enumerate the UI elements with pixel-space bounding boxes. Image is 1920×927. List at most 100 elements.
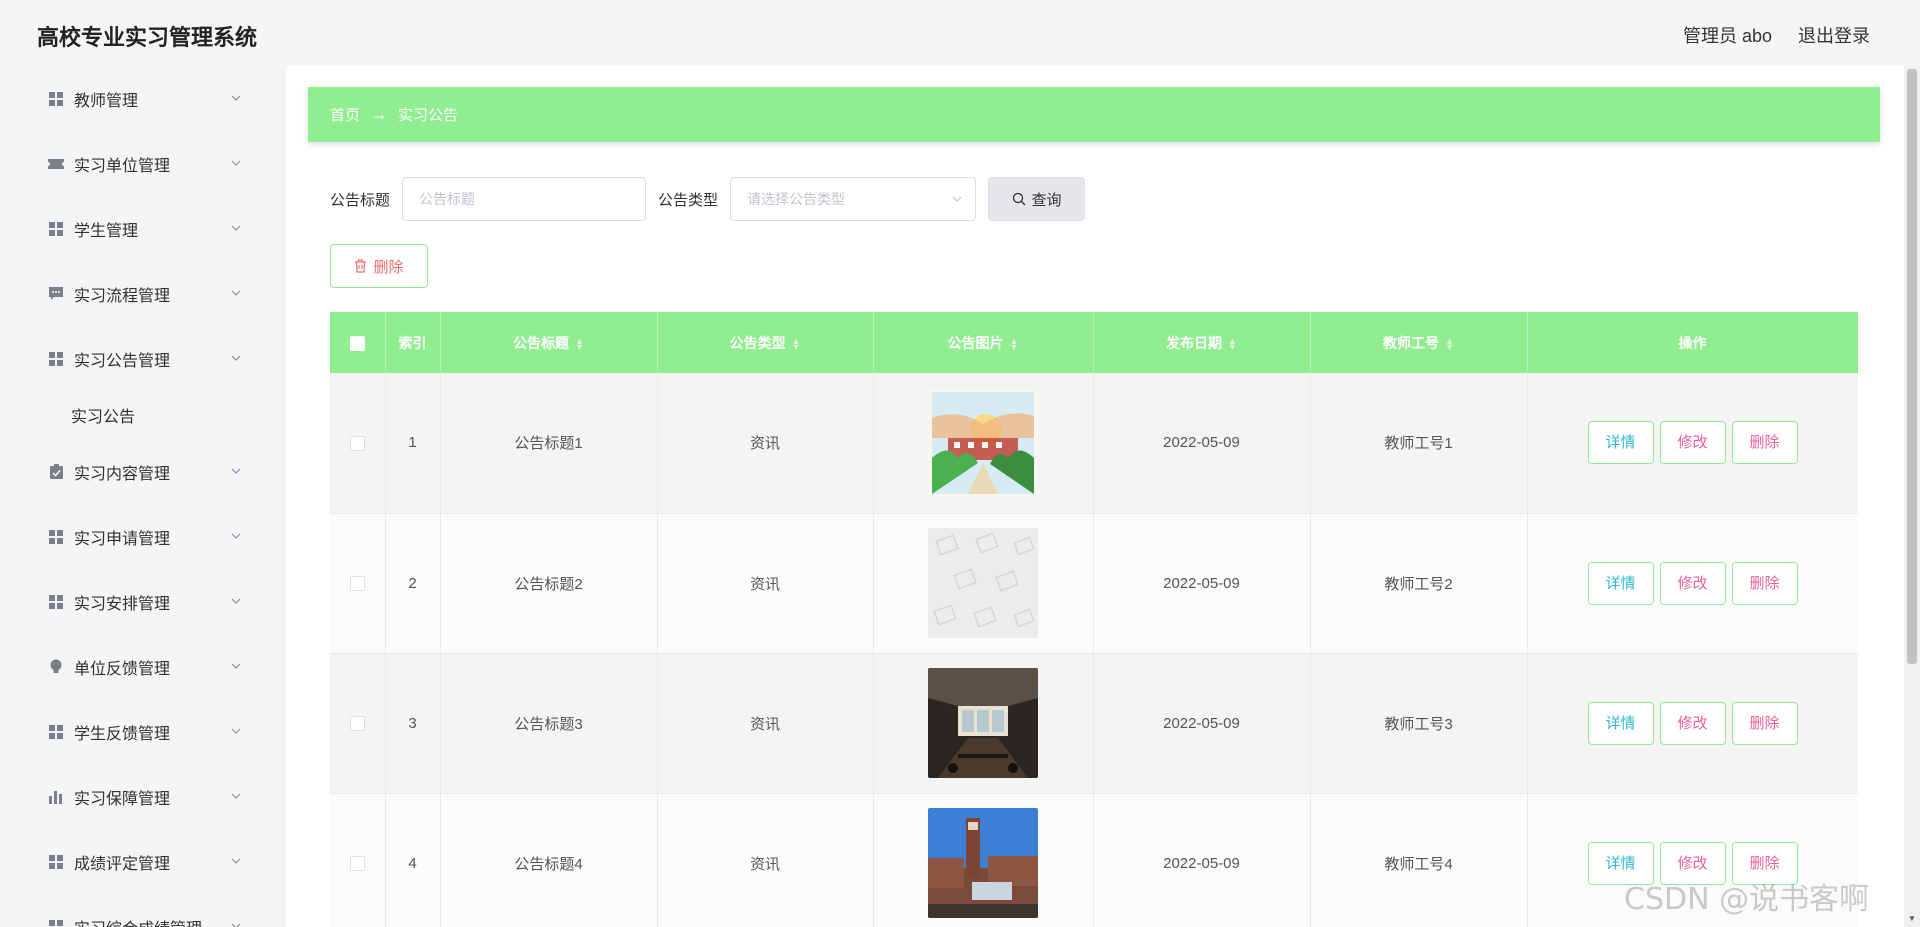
row-type: 资讯 [657,793,874,927]
sidebar-item-label: 成绩评定管理 [74,855,171,873]
delete-button[interactable]: 删除 [1731,561,1798,605]
sidebar-item-arrangement[interactable]: 实习安排管理 [20,569,256,634]
chevron-down-icon [231,225,241,231]
edit-button[interactable]: 修改 [1659,561,1726,605]
column-header-label: 教师工号 [1383,334,1440,351]
chevron-down-icon [231,468,241,474]
sidebar-item-application[interactable]: 实习申请管理 [20,504,256,569]
column-header-type[interactable]: 公告类型 ▲ ▼ [657,312,874,373]
meeting-room-image[interactable] [928,668,1038,778]
grid-icon [48,91,64,107]
type-search-label: 公告类型 [658,191,719,209]
batch-delete-label: 删除 [373,258,404,276]
chevron-down-icon [231,533,241,539]
chat-icon [48,286,64,302]
detail-button[interactable]: 详情 [1587,701,1654,745]
row-select-cell [330,373,386,514]
row-teacher: 教师工号2 [1310,513,1528,654]
sort-icon[interactable]: ▲ ▼ [1010,336,1019,351]
scroll-down-arrow-icon[interactable]: ▼ [1908,914,1916,923]
chevron-down-icon [231,793,241,799]
batch-delete-button[interactable]: 删除 [330,244,428,288]
sort-icon[interactable]: ▲ ▼ [575,336,584,351]
detail-button[interactable]: 详情 [1587,421,1654,465]
chevron-down-icon [231,598,241,604]
table-row: 1 公告标题1 资讯 2022-05-09 教师工号1 详情 修改 删除 [330,373,1858,514]
sidebar-item-content[interactable]: 实习内容管理 [20,439,256,504]
column-header-label: 公告标题 [513,334,570,351]
logout-link[interactable]: 退出登录 [1798,22,1870,48]
delete-button[interactable]: 删除 [1731,701,1798,745]
breadcrumb-current: 实习公告 [398,107,459,124]
image-placeholder-icon[interactable] [928,528,1038,638]
column-header-image[interactable]: 公告图片 ▲ ▼ [873,312,1094,373]
row-teacher: 教师工号3 [1310,653,1528,794]
sidebar-subitem-notice[interactable]: 实习公告 [20,391,256,439]
row-image-cell [873,373,1094,514]
row-actions: 详情 修改 删除 [1527,513,1858,654]
column-header-title[interactable]: 公告标题 ▲ ▼ [440,312,658,373]
sidebar-item-label: 学生管理 [74,222,139,240]
campus-painting-image[interactable] [928,387,1038,498]
breadcrumb-home[interactable]: 首页 [330,104,360,125]
table-row: 2 公告标题2 资讯 2022-05-09 教师工号2 详情 修改 删除 [330,513,1858,654]
sidebar-item-label: 实习申请管理 [74,530,171,548]
edit-button[interactable]: 修改 [1659,701,1726,745]
sidebar-item-guarantee[interactable]: 实习保障管理 [20,764,256,829]
row-select-cell [330,793,386,927]
sidebar-item-student-feedback[interactable]: 学生反馈管理 [20,699,256,764]
scrollbar-thumb[interactable] [1907,69,1917,664]
chevron-down-icon [231,728,241,734]
row-checkbox[interactable] [349,716,365,732]
main-content: 首页 → 实习公告 公告标题 公告标题 公告类型 请选择公告类型 查询 删除 索… [286,66,1904,927]
sidebar-item-teacher[interactable]: 教师管理 [20,66,256,131]
chevron-down-icon [231,663,241,669]
row-checkbox[interactable] [349,576,365,592]
row-teacher: 教师工号4 [1310,793,1528,927]
title-search-input[interactable]: 公告标题 [402,177,647,221]
current-user-label[interactable]: 管理员 abo [1683,22,1772,48]
row-date: 2022-05-09 [1093,653,1311,794]
detail-button[interactable]: 详情 [1587,561,1654,605]
search-icon [1012,192,1025,206]
building-photo-image[interactable] [928,808,1038,918]
sort-icon[interactable]: ▲ ▼ [1445,336,1454,351]
table-header-row: 索引 公告标题 ▲ ▼ 公告类型 ▲ ▼ 公告图片 ▲ ▼ 发布日期 ▲ ▼ 教师工号 ▲ ▼ 操作 [330,312,1858,373]
sidebar-item-label: 实习综合成绩管理 [74,915,202,927]
type-select[interactable]: 请选择公告类型 [730,177,977,221]
row-title: 公告标题2 [440,513,658,654]
sidebar-item-notice[interactable]: 实习公告管理 [20,326,256,391]
chevron-down-icon [231,95,241,101]
row-title: 公告标题3 [440,653,658,794]
bulb-icon [48,659,64,675]
row-type: 资讯 [657,373,874,514]
watermark: CSDN @说书客啊 [1624,882,1870,917]
row-checkbox[interactable] [349,856,365,872]
sort-icon[interactable]: ▲ ▼ [792,336,801,351]
sidebar-item-company[interactable]: 实习单位管理 [20,131,256,196]
sidebar-item-label: 学生反馈管理 [74,725,171,743]
page-scrollbar[interactable]: ▼ [1904,66,1920,927]
sidebar-item-company-feedback[interactable]: 单位反馈管理 [20,634,256,699]
notice-table: 索引 公告标题 ▲ ▼ 公告类型 ▲ ▼ 公告图片 ▲ ▼ 发布日期 ▲ ▼ 教师工号 ▲ ▼ 操作… [330,312,1858,927]
row-checkbox[interactable] [349,435,365,451]
sidebar-item-label: 实习单位管理 [74,157,171,175]
select-all-header [330,312,386,373]
sidebar-item-overall-score[interactable]: 实习综合成绩管理 [20,894,256,927]
chevron-down-icon [952,196,962,202]
header-user-area: 管理员 abo 退出登录 [1683,22,1870,48]
edit-button[interactable]: 修改 [1659,421,1726,465]
column-header-teacher[interactable]: 教师工号 ▲ ▼ [1310,312,1528,373]
chevron-down-icon [231,160,241,166]
sidebar-item-grading[interactable]: 成绩评定管理 [20,829,256,894]
column-header-date[interactable]: 发布日期 ▲ ▼ [1093,312,1311,373]
sidebar-item-student[interactable]: 学生管理 [20,196,256,261]
delete-button[interactable]: 删除 [1731,421,1798,465]
breadcrumb: 首页 → 实习公告 [308,87,1880,142]
grid-icon [48,351,64,367]
sort-icon[interactable]: ▲ ▼ [1228,336,1237,351]
query-button[interactable]: 查询 [988,177,1086,221]
sidebar-item-process[interactable]: 实习流程管理 [20,261,256,326]
row-actions: 详情 修改 删除 [1527,373,1858,514]
select-all-checkbox[interactable] [349,335,365,351]
